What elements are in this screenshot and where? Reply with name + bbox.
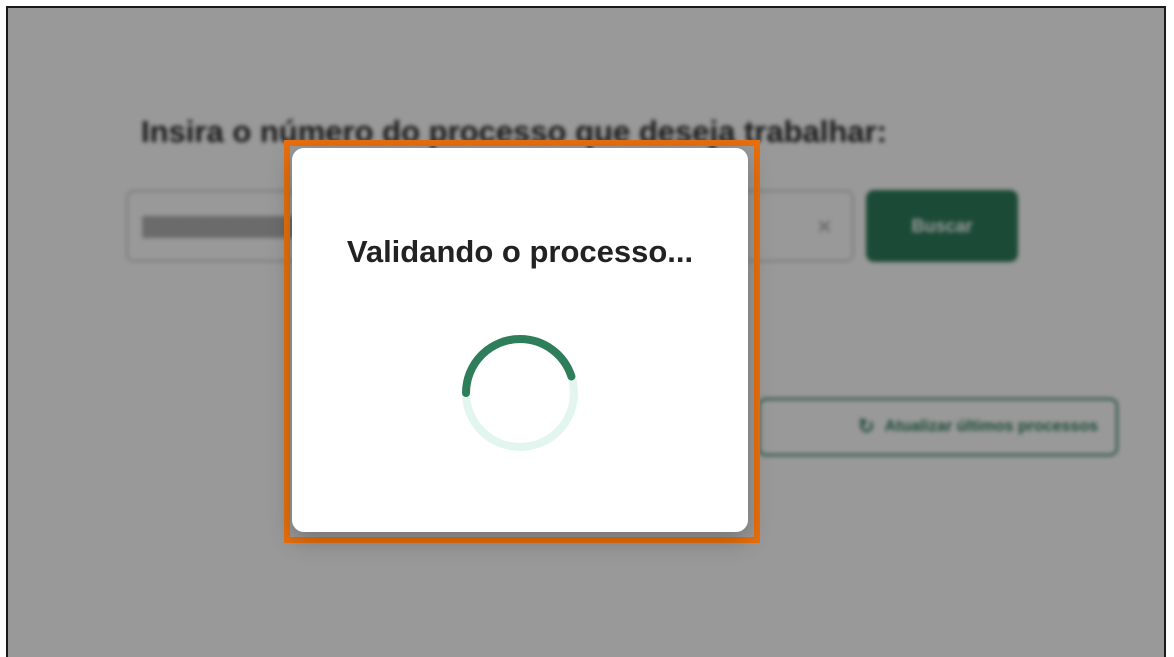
- loading-spinner-icon: [462, 335, 578, 451]
- modal-title: Validando o processo...: [346, 234, 694, 269]
- loading-modal: Validando o processo...: [292, 148, 748, 532]
